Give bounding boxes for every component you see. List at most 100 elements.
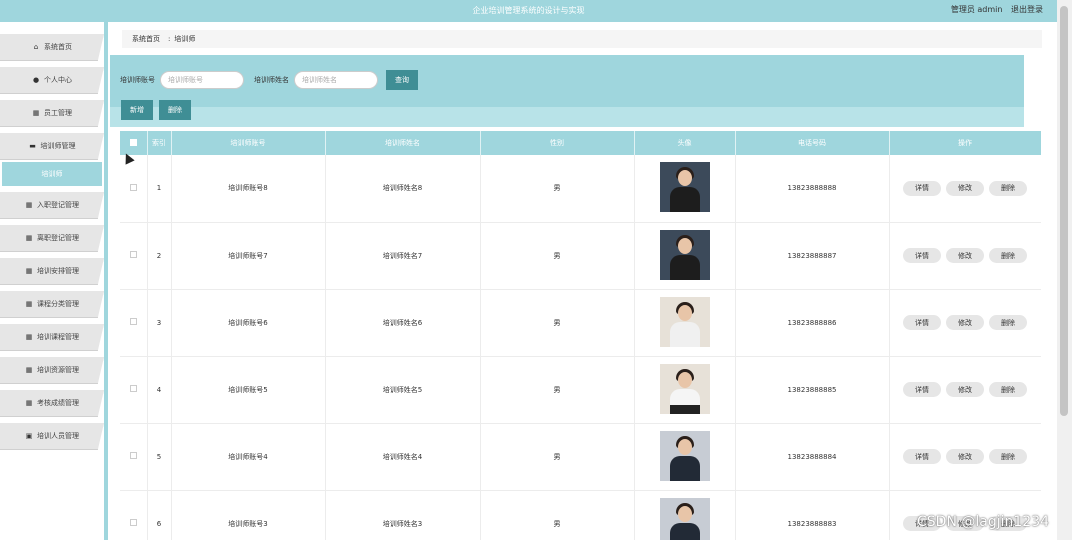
sidebar-item-courses[interactable]: ▦ 培训课程管理: [0, 324, 104, 351]
delete-button[interactable]: 删除: [989, 180, 1027, 196]
sidebar-item-profile[interactable]: ● 个人中心: [0, 67, 104, 94]
row-gender: 男: [480, 423, 635, 491]
avatar: [659, 296, 710, 347]
table-row: 6 培训师账号3 培训师姓名3 男 13823888883 详情 修改 删除: [120, 490, 1041, 540]
row-account: 培训师账号7: [171, 222, 326, 290]
delete-button[interactable]: 删除: [989, 382, 1027, 397]
row-name: 培训师姓名4: [325, 423, 481, 491]
sidebar-subitem-trainer[interactable]: 培训师: [2, 162, 102, 186]
breadcrumb-home[interactable]: 系统首页: [132, 35, 160, 43]
sidebar-item-label: 系统首页: [44, 43, 72, 51]
detail-button[interactable]: 详情: [903, 382, 941, 397]
row-checkbox[interactable]: [129, 519, 137, 526]
row-name: 培训师姓名7: [325, 222, 481, 290]
user-area: 管理员 admin 退出登录: [945, 4, 1043, 15]
column-header: 性别: [480, 131, 635, 155]
row-name: 培训师姓名3: [325, 490, 481, 540]
row-phone: 13823888888: [735, 155, 890, 223]
search-panel: [110, 55, 1024, 127]
sidebar-item-course-category[interactable]: ▦ 课程分类管理: [0, 291, 104, 318]
trainer-table: 索引 培训师账号 培训师姓名 性别 头像 电话号码 操作 1 培训师账号8 培训…: [120, 131, 1041, 540]
avatar: [659, 229, 710, 280]
panel-strip: [110, 107, 1024, 127]
column-header: 头像: [634, 131, 736, 155]
sidebar-item-onboarding[interactable]: ▦ 入职登记管理: [0, 192, 104, 219]
sidebar-item-resources[interactable]: ▦ 培训资源管理: [0, 357, 104, 384]
edit-button[interactable]: 修改: [946, 315, 984, 330]
sidebar-item-label: 培训人员管理: [37, 432, 79, 440]
sidebar-item-employees[interactable]: ▦ 员工管理: [0, 100, 104, 127]
row-phone: 13823888884: [735, 423, 890, 491]
detail-button[interactable]: 详情: [903, 248, 941, 263]
action-bar: 新增 删除: [121, 100, 191, 120]
delete-button[interactable]: 删除: [989, 449, 1027, 464]
row-account: 培训师账号6: [171, 289, 326, 357]
row-index: 1: [147, 155, 172, 223]
sidebar-item-trainers[interactable]: ▬ 培训师管理: [0, 133, 104, 160]
page-scrollbar[interactable]: [1057, 0, 1072, 540]
top-bar: 企业培训管理系统的设计与实现 管理员 admin 退出登录: [0, 0, 1057, 22]
row-gender: 男: [480, 222, 635, 290]
column-header: 电话号码: [735, 131, 890, 155]
sidebar-item-trainees[interactable]: ▣ 培训人员管理: [0, 423, 104, 450]
table-row: 1 培训师账号8 培训师姓名8 男 13823888888 详情 修改 删除: [120, 155, 1041, 223]
column-header: 培训师姓名: [325, 131, 481, 155]
sidebar-item-home[interactable]: ⌂ 系统首页: [0, 34, 104, 61]
logout-link[interactable]: 退出登录: [1011, 5, 1043, 14]
avatar: [659, 430, 710, 481]
row-name: 培训师姓名5: [325, 356, 481, 424]
edit-button[interactable]: 修改: [946, 248, 984, 263]
grid-icon: ▦: [25, 201, 33, 209]
row-phone: 13823888886: [735, 289, 890, 357]
sidebar-item-label: 培训师: [41, 170, 63, 178]
row-checkbox[interactable]: [129, 452, 137, 459]
select-all-header[interactable]: [120, 131, 148, 155]
select-all-checkbox[interactable]: [129, 138, 137, 146]
row-index: 2: [147, 222, 172, 290]
sidebar-item-label: 课程分类管理: [37, 300, 79, 308]
avatar: [659, 363, 710, 414]
sidebar-item-scores[interactable]: ▦ 考核成绩管理: [0, 390, 104, 417]
sidebar-item-label: 考核成绩管理: [37, 399, 79, 407]
name-search-input[interactable]: [294, 71, 378, 89]
row-account: 培训师账号3: [171, 490, 326, 540]
table-row: 5 培训师账号4 培训师姓名4 男 13823888884 详情 修改 删除: [120, 423, 1041, 491]
table-header-row: 索引 培训师账号 培训师姓名 性别 头像 电话号码 操作: [120, 131, 1041, 155]
sidebar-item-label: 培训安排管理: [37, 267, 79, 275]
edit-button[interactable]: 修改: [946, 449, 984, 464]
row-account: 培训师账号5: [171, 356, 326, 424]
row-phone: 13823888887: [735, 222, 890, 290]
detail-button[interactable]: 详情: [903, 315, 941, 330]
row-checkbox[interactable]: [129, 385, 137, 392]
sidebar: ⌂ 系统首页 ● 个人中心 ▦ 员工管理 ▬ 培训师管理 培训师 ▦ 入职登记管…: [0, 22, 108, 540]
batch-delete-button[interactable]: 删除: [159, 100, 191, 120]
add-button[interactable]: 新增: [121, 100, 153, 120]
edit-button[interactable]: 修改: [946, 382, 984, 397]
sidebar-item-schedule[interactable]: ▦ 培训安排管理: [0, 258, 104, 285]
detail-button[interactable]: 详情: [903, 449, 941, 464]
sidebar-item-label: 培训师管理: [40, 142, 76, 150]
watermark: CSDN @lagjin1234: [917, 514, 1050, 530]
trainer-table-container: 索引 培训师账号 培训师姓名 性别 头像 电话号码 操作 1 培训师账号8 培训…: [120, 131, 1041, 540]
row-gender: 男: [480, 490, 635, 540]
grid-icon: ▦: [25, 267, 33, 275]
sidebar-item-resignation[interactable]: ▦ 离职登记管理: [0, 225, 104, 252]
search-button[interactable]: 查询: [386, 70, 418, 90]
row-checkbox[interactable]: [129, 251, 137, 258]
account-search-input[interactable]: [160, 71, 244, 89]
scrollbar-thumb[interactable]: [1060, 6, 1068, 416]
row-checkbox[interactable]: [129, 318, 137, 325]
grid-icon: ▦: [25, 234, 33, 242]
breadcrumb-current: 培训师: [174, 35, 196, 43]
column-header: 操作: [889, 131, 1041, 155]
row-account: 培训师账号8: [171, 155, 326, 223]
delete-button[interactable]: 删除: [989, 315, 1027, 330]
avatar: [659, 162, 710, 213]
breadcrumb-separator: :: [168, 35, 171, 43]
detail-button[interactable]: 详情: [903, 180, 941, 196]
search-bar: 培训师账号 培训师姓名 查询: [120, 70, 418, 90]
row-checkbox[interactable]: [129, 183, 137, 191]
edit-button[interactable]: 修改: [946, 180, 984, 196]
row-index: 4: [147, 356, 172, 424]
delete-button[interactable]: 删除: [989, 248, 1027, 263]
